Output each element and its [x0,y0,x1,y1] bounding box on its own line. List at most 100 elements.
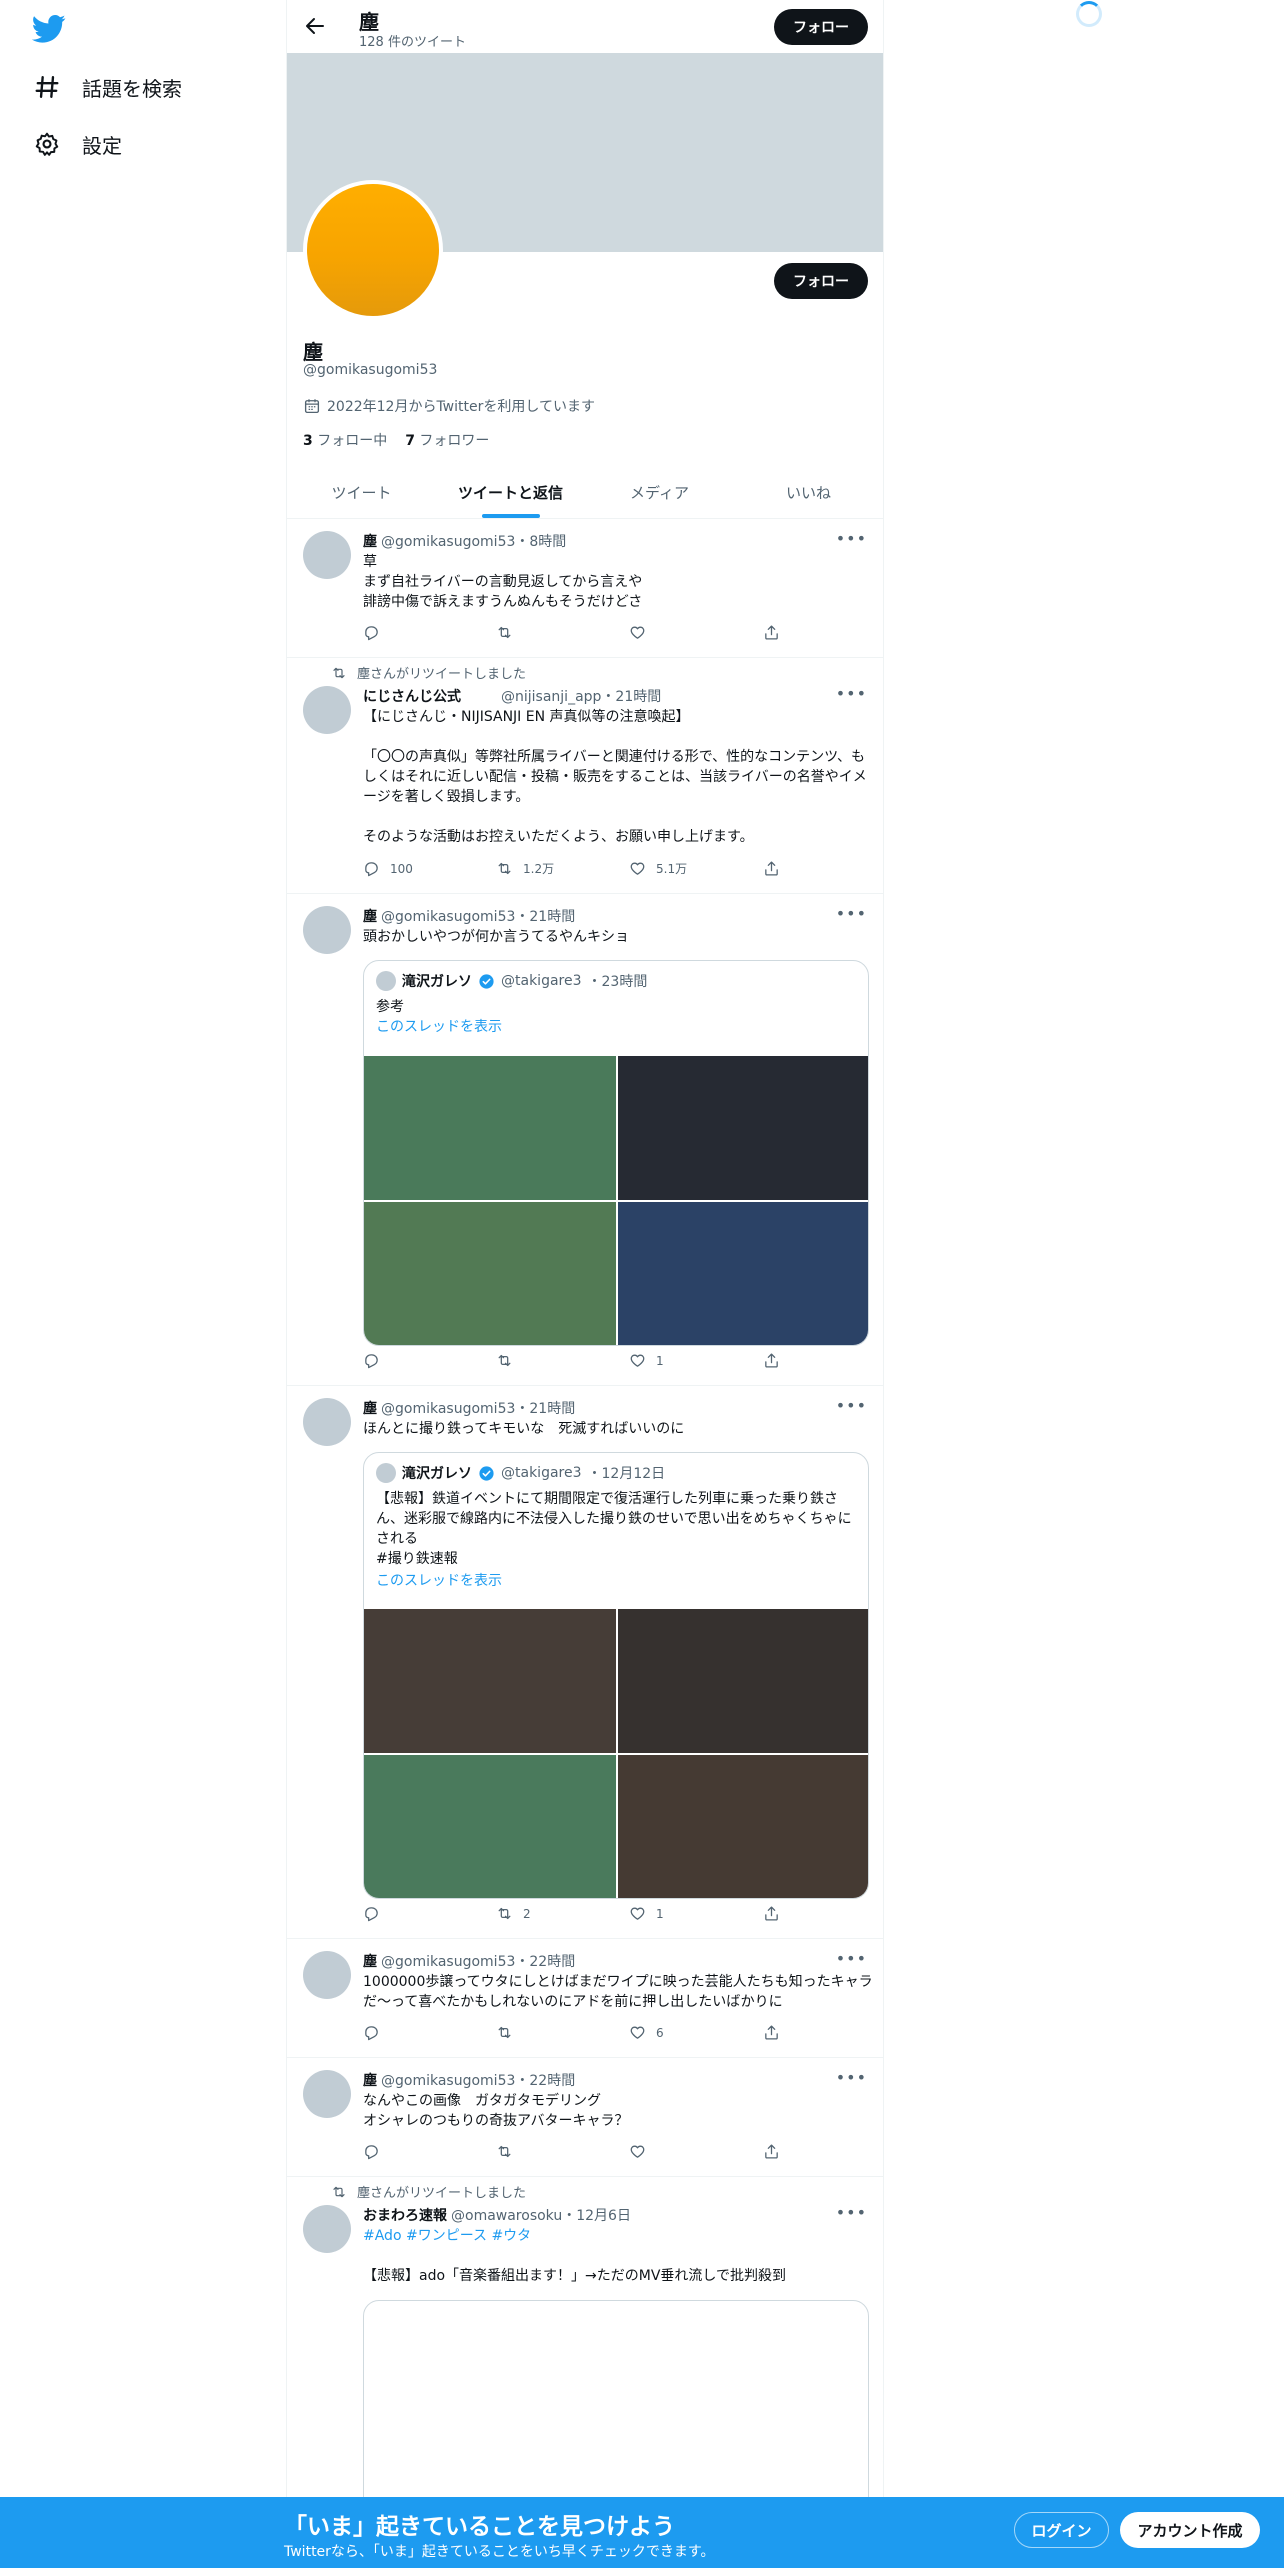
quote-image-grid [364,1056,868,1345]
tweet[interactable]: 塵 @gomikasugomi53・22時間 ••• 1000000歩譲ってウタに… [287,1939,883,2058]
share-button[interactable] [763,2143,780,2160]
like-button[interactable]: 5.1万 [629,860,687,877]
retweet-button[interactable]: 2 [496,1905,531,1922]
tweet-time[interactable]: ・8時間 [515,534,566,550]
tweet[interactable]: 塵 @gomikasugomi53・21時間 ••• 頭おかしいやつが何か言うてる… [287,894,883,1386]
tab-tweets-and-replies[interactable]: ツイートと返信 [436,466,585,518]
nav-explore[interactable]: 話題を検索 [34,67,182,107]
more-icon[interactable]: ••• [836,1949,867,1968]
profile-header: 塵 128 件のツイート フォロー [287,0,883,53]
retweet-button[interactable]: 1.2万 [496,860,554,877]
tweet-author-name[interactable]: にじさんじ公式 [363,689,461,705]
tweet-author-handle[interactable]: @omawarosoku [451,2208,562,2224]
followers-link[interactable]: 7 フォロワー [405,430,489,450]
retweet-button[interactable] [496,624,523,641]
reply-button[interactable] [363,2024,390,2041]
quote-image[interactable] [618,1755,868,1898]
create-account-button[interactable]: アカウント作成 [1120,2512,1260,2548]
tweet-author-handle[interactable]: @gomikasugomi53 [381,1401,515,1417]
quote-image[interactable] [618,1609,868,1753]
twitter-logo-icon[interactable] [32,14,66,44]
nav-settings[interactable]: 設定 [34,124,122,164]
tweet-avatar[interactable] [303,1951,351,1999]
tweet[interactable]: 塵さんがリツイートしました にじさんじ公式 @nijisanji_app・21時間… [287,658,883,894]
more-icon[interactable]: ••• [836,2203,867,2222]
reply-button[interactable] [363,624,390,641]
back-arrow-icon[interactable] [303,14,327,38]
tweet-time[interactable]: ・21時間 [601,689,661,705]
tweet-avatar[interactable] [303,686,351,734]
tweet-author-handle[interactable]: @gomikasugomi53 [381,1954,515,1970]
like-button[interactable]: 6 [629,2024,664,2041]
more-icon[interactable]: ••• [836,904,867,923]
quote-image[interactable] [364,1755,616,1898]
more-icon[interactable]: ••• [836,1396,867,1415]
share-button[interactable] [763,860,780,877]
like-button[interactable] [629,2143,656,2160]
quote-image[interactable] [618,1056,868,1200]
more-icon[interactable]: ••• [836,684,867,703]
tab-media[interactable]: メディア [585,466,734,518]
tweet-author-name[interactable]: 塵 [363,1401,377,1417]
tweet-avatar[interactable] [303,1398,351,1446]
login-button[interactable]: ログイン [1014,2512,1109,2548]
quote-image[interactable] [364,1056,616,1200]
show-thread-link[interactable]: このスレッドを表示 [376,1571,860,1591]
profile-avatar[interactable] [303,180,443,320]
quoted-tweet[interactable]: 滝沢ガレソ @takigare3 ・23時間 参考 このスレッドを表示 [363,960,869,1346]
tab-tweets[interactable]: ツイート [287,466,436,518]
tweet-time[interactable]: ・12月6日 [562,2208,631,2224]
share-button[interactable] [763,1905,780,1922]
like-button[interactable] [629,624,656,641]
tweet[interactable]: 塵 @gomikasugomi53・8時間 ••• 草 まず自社ライバーの言動見返… [287,519,883,658]
reply-button[interactable] [363,1352,390,1369]
retweet-note-text[interactable]: 塵さんがリツイートしました [357,663,526,682]
retweet-button[interactable] [496,1352,523,1369]
following-link[interactable]: 3 フォロー中 [303,430,387,450]
share-button[interactable] [763,1352,780,1369]
more-icon[interactable]: ••• [836,529,867,548]
share-button[interactable] [763,2024,780,2041]
tweet-avatar[interactable] [303,906,351,954]
tweet-author-handle[interactable]: @gomikasugomi53 [381,534,515,550]
quoted-tweet[interactable]: 滝沢ガレソ @takigare3 ・12月12日 【悲報】鉄道イベントにて期間限定で… [363,1452,869,1899]
tweet-author-name[interactable]: 塵 [363,1954,377,1970]
tweet[interactable]: 塵 @gomikasugomi53・22時間 ••• なんやこの画像 ガタガタモデ… [287,2058,883,2177]
tweet-time[interactable]: ・21時間 [515,909,575,925]
share-button[interactable] [763,624,780,641]
tweet-hashtags[interactable]: #Ado #ワンピース #ウタ [363,2226,873,2246]
tweet-author-handle[interactable]: @nijisanji_app [501,689,601,705]
tweet-avatar[interactable] [303,531,351,579]
tweet-time[interactable]: ・22時間 [515,2073,575,2089]
profile-follow-button[interactable]: フォロー [774,263,868,299]
tweet-author-name[interactable]: 塵 [363,534,377,550]
reply-button[interactable] [363,2143,390,2160]
quote-image[interactable] [618,1202,868,1345]
tweet-author-name[interactable]: 塵 [363,2073,377,2089]
header-follow-button[interactable]: フォロー [774,9,868,45]
more-icon[interactable]: ••• [836,2068,867,2087]
like-count: 1 [656,1353,664,1368]
tweet-time[interactable]: ・22時間 [515,1954,575,1970]
tweet-author-handle[interactable]: @gomikasugomi53 [381,909,515,925]
tweet-avatar[interactable] [303,2205,351,2253]
tweet-author-name[interactable]: 塵 [363,909,377,925]
like-button[interactable]: 1 [629,1352,664,1369]
tweet-time[interactable]: ・21時間 [515,1401,575,1417]
retweet-note-text[interactable]: 塵さんがリツイートしました [357,2182,526,2201]
tab-likes[interactable]: いいね [734,466,883,518]
reply-button[interactable] [363,1905,390,1922]
like-button[interactable]: 1 [629,1905,664,1922]
quote-image[interactable] [364,1202,616,1345]
reply-button[interactable]: 100 [363,860,413,877]
quote-image[interactable] [364,1609,616,1753]
tweet-author-handle[interactable]: @gomikasugomi53 [381,2073,515,2089]
retweet-icon [496,1352,513,1369]
tweet-author-name[interactable]: おまわろ速報 [363,2208,447,2224]
retweet-button[interactable] [496,2143,523,2160]
tweet-avatar[interactable] [303,2070,351,2118]
tweet[interactable]: 塵 @gomikasugomi53・21時間 ••• ほんとに撮り鉄ってキモいな … [287,1386,883,1939]
show-thread-link[interactable]: このスレッドを表示 [376,1017,860,1037]
retweet-button[interactable] [496,2024,523,2041]
retweet-count: 2 [523,1906,531,1921]
